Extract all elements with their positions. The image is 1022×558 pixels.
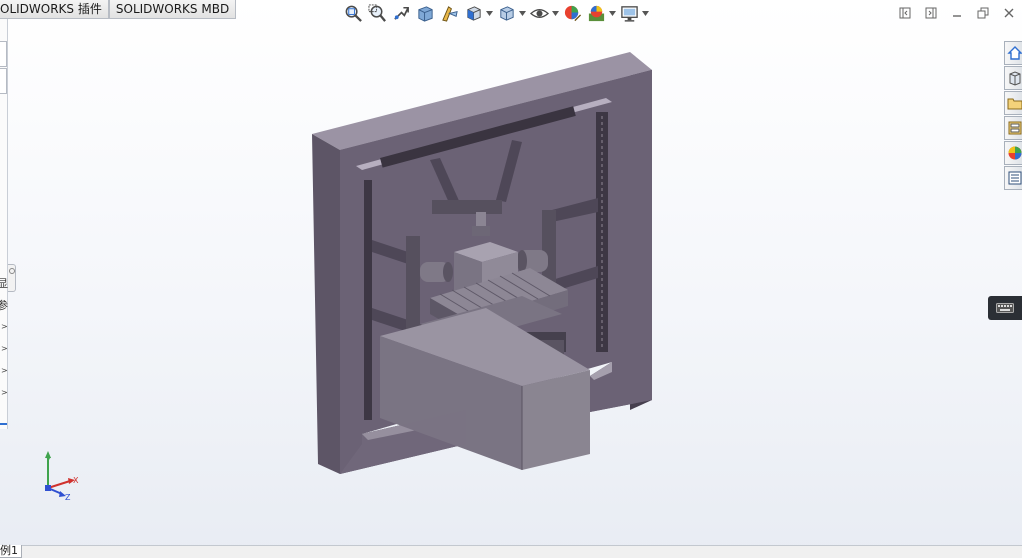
selection-indicator	[0, 423, 7, 425]
task-pane	[1004, 41, 1022, 190]
design-library-icon[interactable]	[1004, 66, 1022, 90]
view-settings-dropdown[interactable]	[641, 2, 650, 24]
tab-configuration[interactable]: 例1	[0, 545, 22, 558]
tree-expand-arrow[interactable]: >	[1, 322, 8, 331]
display-style-dropdown[interactable]	[518, 2, 527, 24]
tree-expand-arrow[interactable]: >	[1, 388, 8, 397]
triad-x-label: X	[73, 476, 79, 485]
dynamic-annotation-icon[interactable]	[437, 2, 461, 24]
reference-triad: Y X Z	[45, 451, 79, 500]
restore-icon[interactable]	[974, 4, 992, 22]
window-controls	[896, 4, 1018, 22]
zoom-to-area-icon[interactable]	[365, 2, 389, 24]
view-orientation-icon[interactable]	[461, 2, 485, 24]
solidworks-resources-icon[interactable]	[1004, 41, 1022, 65]
tab-solidworks-mbd[interactable]: SOLIDWORKS MBD	[108, 0, 237, 19]
close-icon[interactable]	[1000, 4, 1018, 22]
restore-right-icon[interactable]	[922, 4, 940, 22]
file-explorer-icon[interactable]	[1004, 91, 1022, 115]
minimize-icon[interactable]	[948, 4, 966, 22]
feature-manager-tab[interactable]	[0, 41, 7, 67]
restore-left-icon[interactable]	[896, 4, 914, 22]
custom-properties-icon[interactable]	[1004, 166, 1022, 190]
hide-show-items-icon[interactable]	[527, 2, 551, 24]
command-manager-tabs: OLIDWORKS 插件 SOLIDWORKS MBD	[0, 0, 237, 19]
apply-scene-icon[interactable]	[584, 2, 608, 24]
edit-appearance-icon[interactable]	[560, 2, 584, 24]
display-style-icon[interactable]	[494, 2, 518, 24]
tree-expand-arrow[interactable]: >	[1, 344, 8, 353]
triad-y-label: Y	[45, 456, 51, 465]
tab-solidworks-addins[interactable]: OLIDWORKS 插件	[0, 0, 109, 19]
tree-expand-arrow[interactable]: >	[1, 366, 8, 375]
heads-up-view-toolbar	[341, 2, 650, 24]
triad-z-label: Z	[65, 493, 71, 500]
feature-tree-label-1: 显	[0, 277, 8, 290]
3d-model-viewport[interactable]	[290, 40, 670, 486]
hide-show-items-dropdown[interactable]	[551, 2, 560, 24]
view-palette-icon[interactable]	[1004, 116, 1022, 140]
apply-scene-dropdown[interactable]	[608, 2, 617, 24]
panel-collapse-handle[interactable]	[8, 264, 16, 292]
zoom-to-fit-icon[interactable]	[341, 2, 365, 24]
configuration-tab-bar: 例1	[0, 545, 1022, 558]
view-orientation-dropdown[interactable]	[485, 2, 494, 24]
view-settings-icon[interactable]	[617, 2, 641, 24]
feature-tree-label-2: 参	[0, 299, 8, 312]
appearances-scenes-icon[interactable]	[1004, 141, 1022, 165]
previous-view-icon[interactable]	[389, 2, 413, 24]
property-manager-tab[interactable]	[0, 68, 7, 94]
section-view-icon[interactable]	[413, 2, 437, 24]
keyboard-popup-tab[interactable]	[988, 296, 1022, 320]
feature-manager-panel-edge: 显 参 > > > >	[0, 19, 8, 429]
keyboard-icon	[996, 303, 1014, 313]
